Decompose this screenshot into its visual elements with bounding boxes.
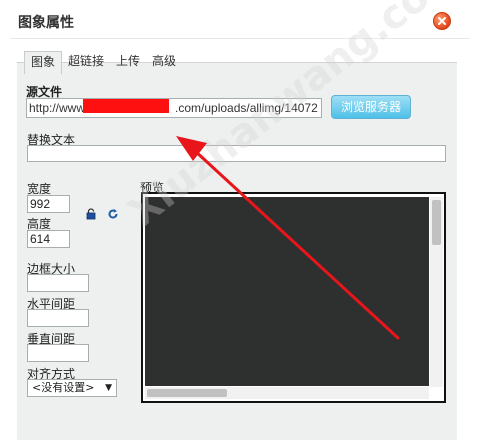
tab-bar: 图象 超链接 上传 高级 xyxy=(24,51,182,74)
reset-size-icon[interactable] xyxy=(107,208,119,220)
tab-upload[interactable]: 上传 xyxy=(110,51,146,71)
hspace-input[interactable] xyxy=(27,309,89,327)
lock-icon[interactable] xyxy=(86,208,96,220)
vspace-input[interactable] xyxy=(27,344,89,362)
redaction-bar xyxy=(83,99,169,113)
title-divider xyxy=(10,38,470,39)
align-select-value: <没有设置> xyxy=(32,381,95,394)
tab-image[interactable]: 图象 xyxy=(24,51,63,74)
vertical-scroll-thumb[interactable] xyxy=(432,200,441,245)
alt-text-input[interactable] xyxy=(27,145,446,162)
dropdown-arrow-icon: ▼ xyxy=(105,383,112,393)
url-prefix: http://www xyxy=(29,101,86,115)
url-suffix: .com/uploads/allimg/14072 xyxy=(175,101,318,115)
preview-frame xyxy=(141,192,446,403)
source-url-input[interactable]: http://www .com/uploads/allimg/14072 xyxy=(26,98,322,118)
tab-advanced[interactable]: 高级 xyxy=(146,51,182,71)
border-size-input[interactable] xyxy=(27,274,89,292)
image-properties-dialog: 图象属性 图象 超链接 上传 高级 源文件 http://www .com/upl… xyxy=(0,0,485,440)
preview-horizontal-scrollbar[interactable] xyxy=(145,387,429,399)
preview-image xyxy=(145,197,429,386)
dialog-title: 图象属性 xyxy=(18,15,74,31)
align-select[interactable]: <没有设置> ▼ xyxy=(27,379,117,397)
close-icon xyxy=(438,17,446,25)
horizontal-scroll-thumb[interactable] xyxy=(147,389,227,397)
preview-vertical-scrollbar[interactable] xyxy=(430,197,443,387)
tab-hyperlink[interactable]: 超链接 xyxy=(62,51,110,71)
browse-server-button[interactable]: 浏览服务器 xyxy=(331,95,411,119)
width-input[interactable]: 992 xyxy=(27,195,70,213)
height-input[interactable]: 614 xyxy=(27,230,70,248)
close-button[interactable] xyxy=(433,12,451,30)
